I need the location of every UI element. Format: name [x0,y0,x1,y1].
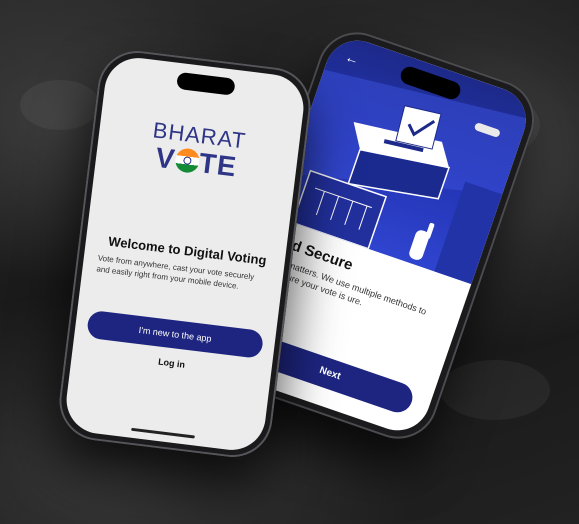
bharat-vote-logo: BHARAT V TE [95,112,300,190]
tricolor-chakra-icon [173,147,201,174]
rock-highlight [20,80,100,130]
logo-v: V [153,141,178,176]
home-indicator [131,427,195,439]
phone-front: BHARAT V TE Welcome to Digital Voting Vot… [54,46,316,462]
rock-highlight [440,360,550,420]
welcome-screen: BHARAT V TE Welcome to Digital Voting Vot… [62,54,308,454]
dynamic-island [176,71,236,96]
hand-icon [409,222,435,260]
logo-te: TE [197,147,239,183]
